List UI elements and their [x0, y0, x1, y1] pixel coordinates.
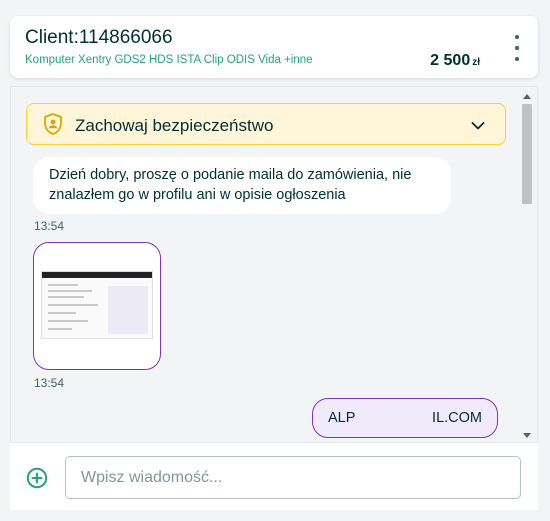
client-title: Client:114866066 — [25, 27, 173, 48]
plus-circle-icon[interactable] — [26, 467, 48, 494]
chevron-down-icon[interactable] — [471, 118, 485, 136]
message-timestamp: 13:54 — [34, 219, 65, 233]
image-attachment-message[interactable] — [33, 242, 161, 370]
message-timestamp: 13:54 — [34, 376, 65, 390]
outgoing-message: ALP IL.COM — [312, 398, 498, 438]
attachment-thumbnail — [41, 271, 153, 339]
listing-price: 2 500 zł — [430, 52, 480, 70]
chat-scrollbar[interactable] — [520, 90, 534, 442]
price-value: 2 500 — [430, 52, 471, 69]
safety-banner-label: Zachowaj bezpieczeństwo — [75, 116, 274, 135]
conversation-header: Client:114866066 Komputer Xentry GDS2 HD… — [10, 16, 538, 78]
message-composer — [10, 442, 538, 510]
scroll-up-arrow-icon[interactable] — [523, 94, 531, 99]
price-currency: zł — [472, 57, 480, 68]
safety-banner[interactable]: Zachowaj bezpieczeństwo — [26, 103, 506, 145]
scroll-down-arrow-icon[interactable] — [523, 433, 531, 438]
shield-user-icon — [44, 113, 62, 140]
scrollbar-thumb[interactable] — [522, 104, 532, 204]
outgoing-message-text-start: ALP — [328, 410, 356, 426]
chat-messages-panel[interactable]: Zachowaj bezpieczeństwo Dzień dobry, pro… — [10, 86, 538, 442]
outgoing-message-text-end: IL.COM — [432, 410, 482, 426]
message-input[interactable] — [65, 456, 521, 499]
incoming-message: Dzień dobry, proszę o podanie maila do z… — [33, 157, 451, 214]
listing-title-link[interactable]: Komputer Xentry GDS2 HDS ISTA Clip ODIS … — [25, 54, 313, 66]
kebab-menu-icon[interactable] — [512, 35, 522, 61]
